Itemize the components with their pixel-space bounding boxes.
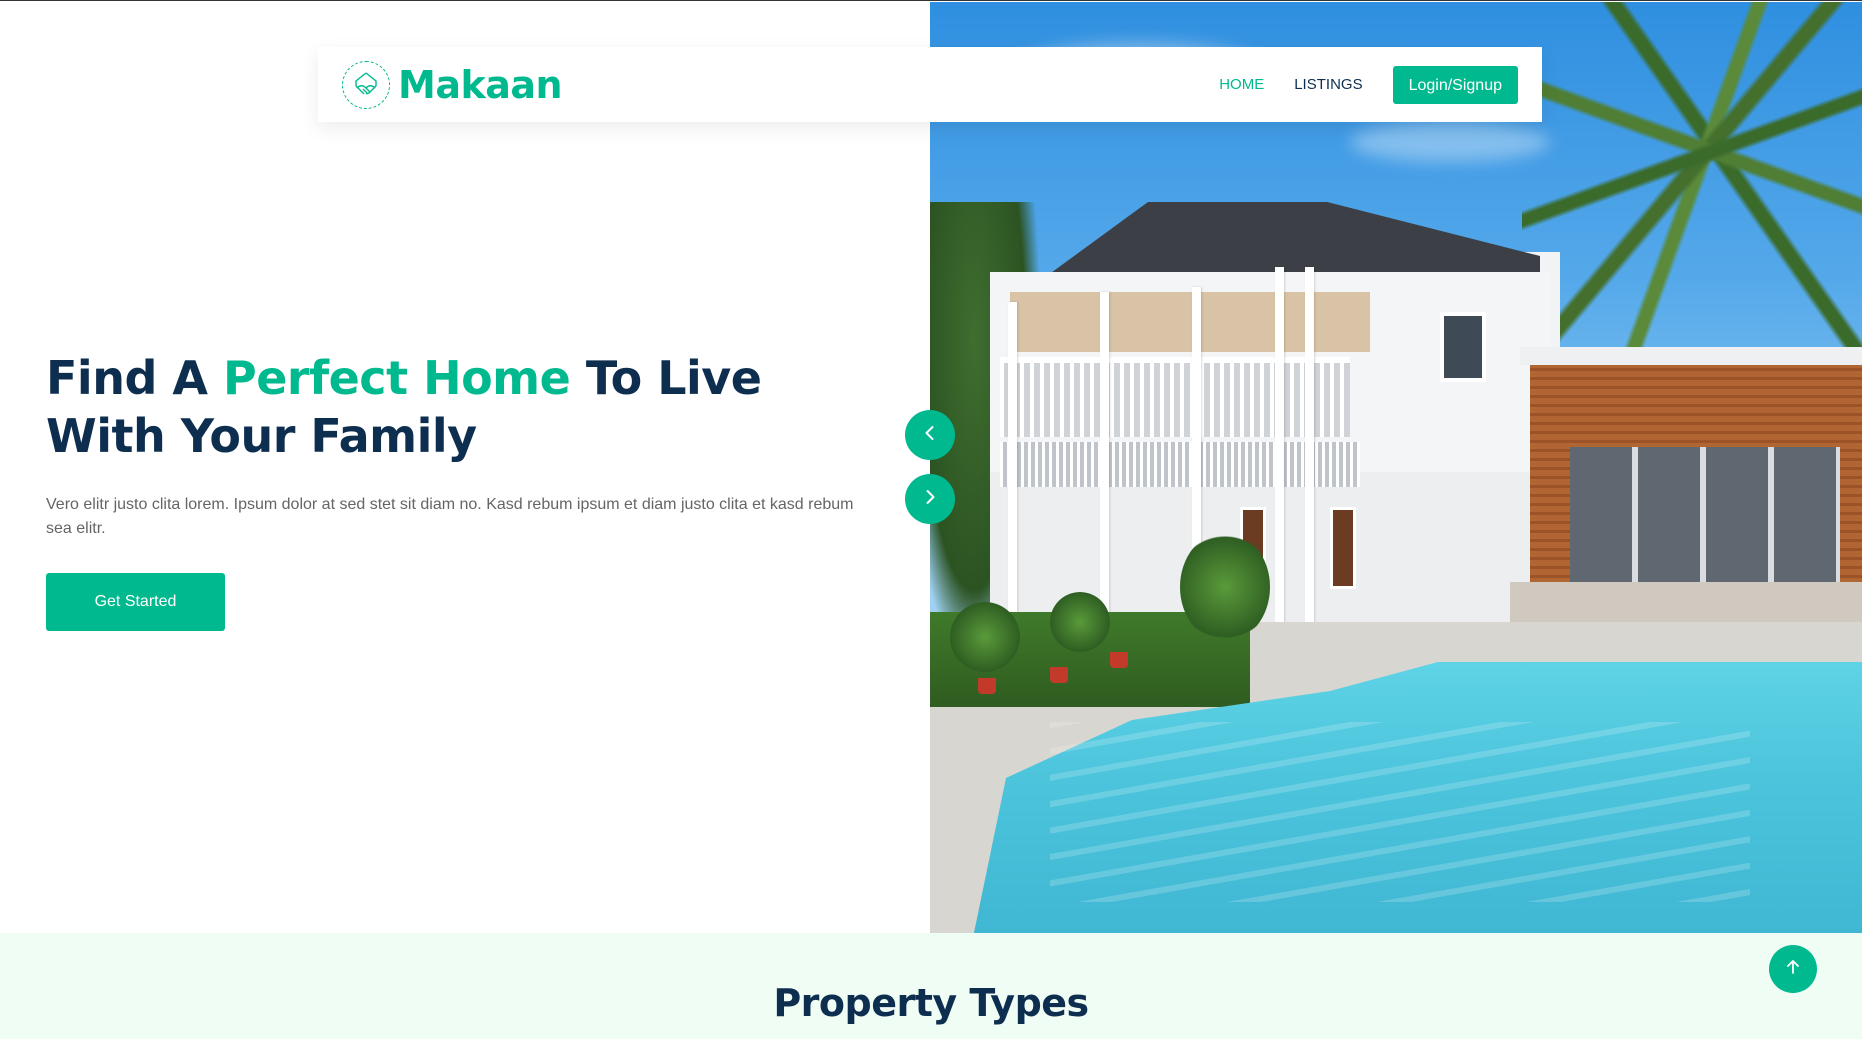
chevron-right-icon (920, 487, 940, 512)
property-types-section: Property Types (0, 933, 1862, 1039)
hero-house-image (930, 2, 1862, 934)
hero-title-part1: Find A (46, 351, 223, 405)
arrow-up-icon (1784, 958, 1802, 981)
nav-link-home[interactable]: HOME (1204, 76, 1279, 93)
hero-title-accent: Perfect Home (223, 351, 571, 405)
hero-section: Makaan HOME LISTINGS Login/Signup Find A… (0, 0, 1862, 934)
navbar: Makaan HOME LISTINGS Login/Signup (318, 47, 1542, 122)
carousel-prev-button[interactable] (905, 410, 955, 460)
property-types-title: Property Types (773, 981, 1089, 1025)
brand-logo-link[interactable]: Makaan (342, 60, 563, 109)
hero-description: Vero elitr justo clita lorem. Ipsum dolo… (46, 496, 854, 537)
back-to-top-button[interactable] (1769, 945, 1817, 993)
carousel-next-button[interactable] (905, 474, 955, 524)
get-started-button[interactable]: Get Started (46, 573, 225, 631)
nav-links: HOME LISTINGS Login/Signup (1204, 65, 1518, 104)
chevron-left-icon (920, 423, 940, 448)
brand-name: Makaan (398, 62, 563, 107)
login-signup-button[interactable]: Login/Signup (1392, 65, 1518, 104)
hero-title: Find A Perfect Home To Live With Your Fa… (46, 349, 896, 465)
nav-link-listings[interactable]: LISTINGS (1279, 76, 1377, 93)
house-handshake-icon (342, 60, 390, 109)
